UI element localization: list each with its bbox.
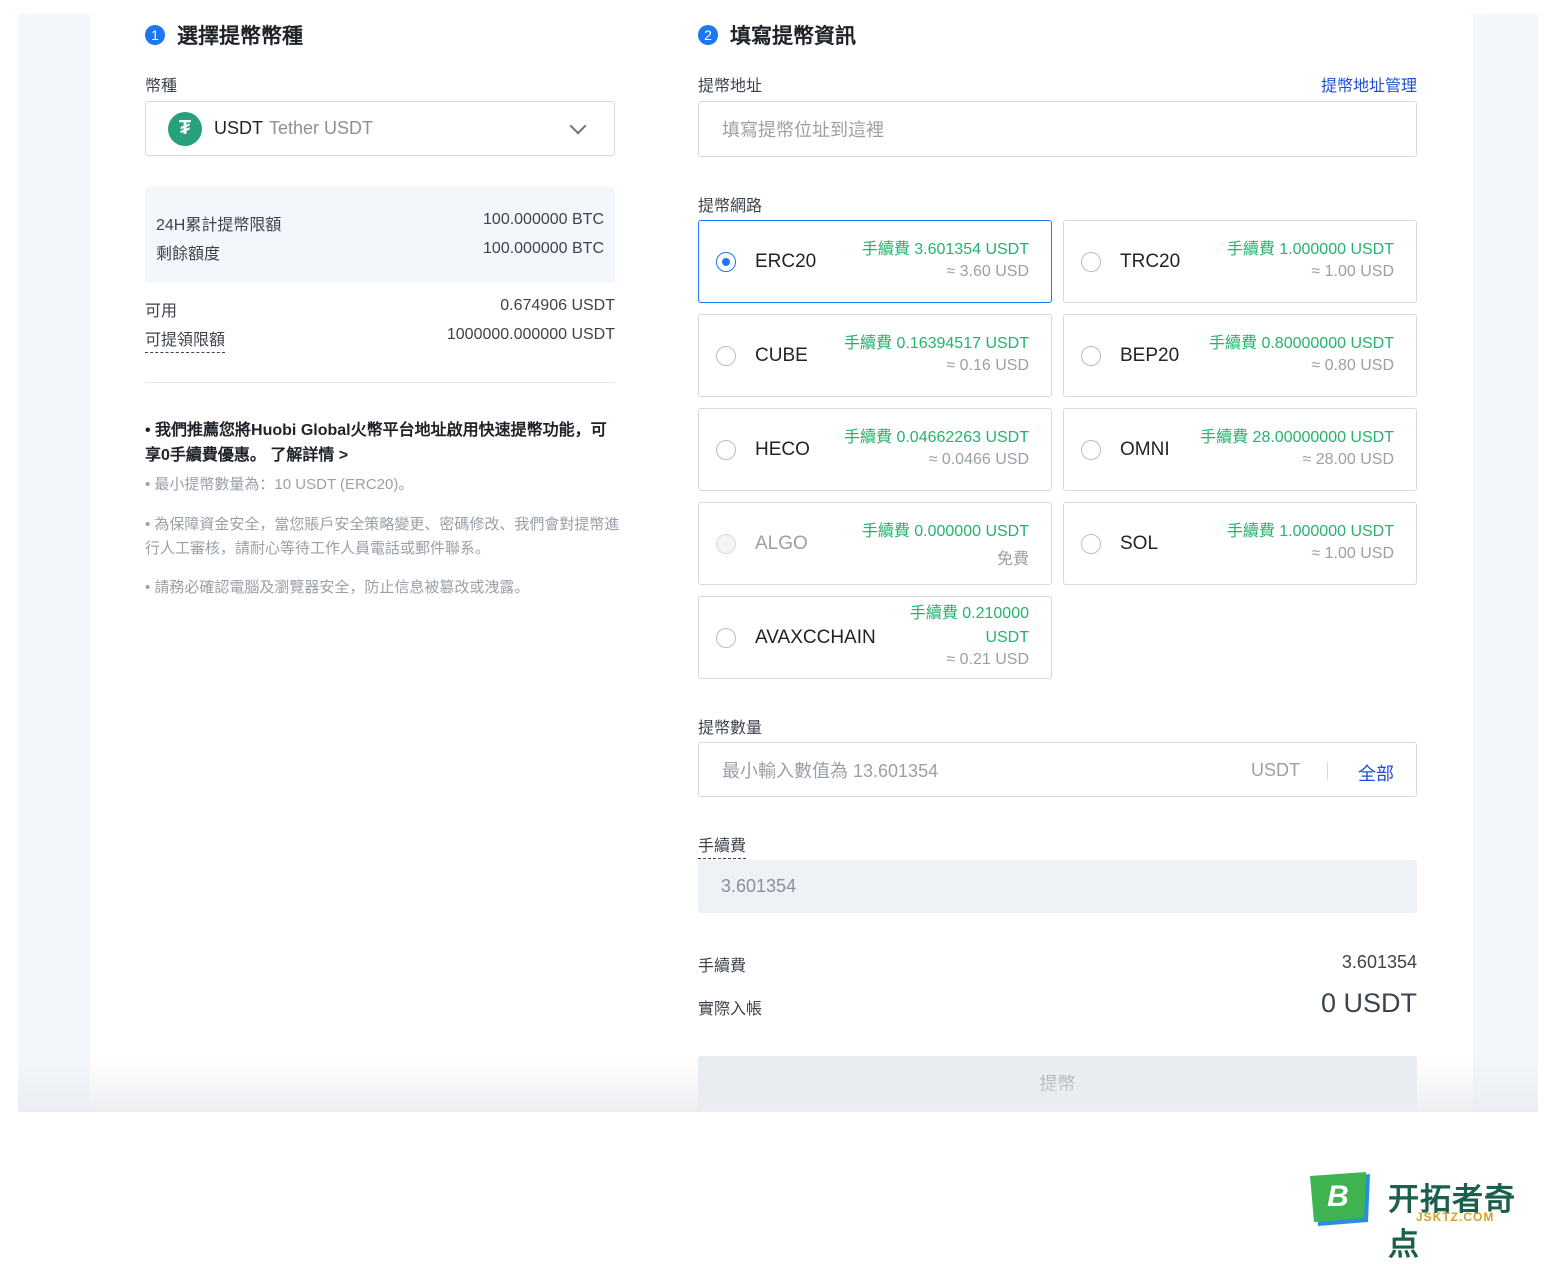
security-note: • 為保障資金安全，當您賬戶安全策略變更、密碼修改、我們會對提幣進行人工審核，請… xyxy=(145,516,620,557)
available-label: 可用 xyxy=(145,303,178,320)
coin-name: Tether USDT xyxy=(269,118,374,138)
amount-separator xyxy=(1327,762,1328,780)
network-option-cube[interactable]: CUBE 手續費 0.16394517 USDT ≈ 0.16 USD xyxy=(698,314,1052,397)
network-fee-usd: ≈ 0.80 USD xyxy=(1311,357,1394,374)
radio[interactable] xyxy=(716,628,736,648)
withdrawable-row: 可提領限額 1000000.000000 USDT xyxy=(145,326,615,353)
remaining-limit-label: 剩餘額度 xyxy=(156,246,221,263)
radio-disabled xyxy=(716,534,736,554)
radio[interactable] xyxy=(1081,440,1101,460)
radio[interactable] xyxy=(1081,534,1101,554)
min-note: • 最小提幣數量為：10 USDT (ERC20)。 xyxy=(145,476,414,493)
promo-note[interactable]: • 我們推薦您將Huobi Global火幣平台地址啟用快速提幣功能，可享0手續… xyxy=(145,418,620,468)
network-label: 提幣網路 xyxy=(698,198,763,215)
coin-select[interactable]: ₮ USDT Tether USDT xyxy=(145,101,615,156)
network-name: TRC20 xyxy=(1120,251,1181,272)
network-fee: 手續費 0.04662263 USDT xyxy=(844,429,1029,446)
network-name: ALGO xyxy=(755,533,808,554)
network-option-sol[interactable]: SOL 手續費 1.000000 USDT ≈ 1.00 USD xyxy=(1063,502,1417,585)
coin-code: USDT xyxy=(214,118,263,138)
network-fee: 手續費 0.16394517 USDT xyxy=(844,335,1029,352)
daily-limit-row: 24H累計提幣限額 100.000000 BTC xyxy=(156,211,604,235)
tether-icon: ₮ xyxy=(168,111,202,146)
network-option-algo: ALGO 手續費 0.000000 USDT 免費 xyxy=(698,502,1052,585)
radio[interactable] xyxy=(716,440,736,460)
network-option-trc20[interactable]: TRC20 手續費 1.000000 USDT ≈ 1.00 USD xyxy=(1063,220,1417,303)
available-value: 0.674906 USDT xyxy=(500,297,615,314)
step1-title: 1 選擇提幣幣種 xyxy=(145,20,303,50)
coin-label: 幣種 xyxy=(145,78,178,95)
network-fee: 手續費 28.00000000 USDT xyxy=(1200,429,1394,446)
radio[interactable] xyxy=(716,346,736,366)
network-fee-line1: 手續費 0.210000 xyxy=(909,605,1029,622)
fee-field-value: 3.601354 xyxy=(721,876,797,896)
network-option-erc20[interactable]: ERC20 手續費 3.601354 USDT ≈ 3.60 USD xyxy=(698,220,1052,303)
network-name: HECO xyxy=(755,439,810,460)
step1-title-text: 選擇提幣幣種 xyxy=(177,25,303,48)
network-fee-line2: USDT xyxy=(985,629,1029,646)
network-name: AVAXCCHAIN xyxy=(755,627,876,648)
network-fee-usd: ≈ 0.16 USD xyxy=(946,357,1029,374)
network-fee: 手續費 0.80000000 USDT xyxy=(1209,335,1394,352)
network-fee-usd: 免費 xyxy=(996,551,1029,568)
radio[interactable] xyxy=(1081,346,1101,366)
chevron-down-icon xyxy=(569,117,587,135)
daily-limit-value: 100.000000 BTC xyxy=(483,211,604,228)
daily-limit-label: 24H累計提幣限額 xyxy=(156,217,282,234)
network-fee: 手續費 1.000000 USDT xyxy=(1226,241,1394,258)
amount-placeholder: 最小輸入數值為 13.601354 xyxy=(722,760,939,781)
watermark-logo-letter: B xyxy=(1327,1180,1349,1213)
network-option-avaxcchain[interactable]: AVAXCCHAIN 手續費 0.210000 USDT ≈ 0.21 USD xyxy=(698,596,1052,679)
radio-selected[interactable] xyxy=(716,252,736,272)
network-name: CUBE xyxy=(755,345,808,366)
network-fee-usd: ≈ 3.60 USD xyxy=(946,263,1029,280)
withdraw-button[interactable]: 提幣 xyxy=(698,1056,1417,1110)
network-name: SOL xyxy=(1120,533,1159,554)
address-manage-link[interactable]: 提幣地址管理 xyxy=(1321,72,1417,96)
amount-unit: USDT xyxy=(1251,760,1300,780)
network-fee-usd: ≈ 0.0466 USD xyxy=(928,451,1029,468)
network-fee-usd: ≈ 0.21 USD xyxy=(946,651,1029,668)
watermark-logo-icon: B xyxy=(1310,1172,1370,1226)
received-label: 實際入帳 xyxy=(698,1001,763,1018)
divider xyxy=(145,382,615,383)
network-option-bep20[interactable]: BEP20 手續費 0.80000000 USDT ≈ 0.80 USD xyxy=(1063,314,1417,397)
watermark-sub: JSKTZ.COM xyxy=(1416,1210,1495,1224)
network-name: BEP20 xyxy=(1120,345,1180,366)
amount-input[interactable]: 最小輸入數值為 13.601354 USDT 全部 xyxy=(698,742,1417,797)
fee-field: 3.601354 xyxy=(698,860,1417,913)
watermark: B 开拓者奇点 JSKTZ.COM xyxy=(1306,1170,1546,1262)
network-fee: 手續費 1.000000 USDT xyxy=(1226,523,1394,540)
device-note: • 請務必確認電腦及瀏覽器安全，防止信息被篡改或洩露。 xyxy=(145,579,530,596)
summary-fee-value: 3.601354 xyxy=(1341,952,1417,972)
network-fee-usd: ≈ 28.00 USD xyxy=(1302,451,1395,468)
radio[interactable] xyxy=(1081,252,1101,272)
remaining-limit-row: 剩餘額度 100.000000 BTC xyxy=(156,240,604,264)
network-fee-usd: ≈ 1.00 USD xyxy=(1311,263,1394,280)
withdrawable-label[interactable]: 可提領限額 xyxy=(145,326,226,353)
network-name: ERC20 xyxy=(755,251,817,272)
summary-fee-label: 手續費 xyxy=(698,958,747,975)
network-name: OMNI xyxy=(1120,439,1170,460)
network-fee: 手續費 3.601354 USDT xyxy=(861,241,1029,258)
withdrawable-value: 1000000.000000 USDT xyxy=(446,326,615,343)
limit-box: 24H累計提幣限額 100.000000 BTC 剩餘額度 100.000000… xyxy=(145,187,615,283)
step2-number: 2 xyxy=(698,25,718,45)
address-placeholder: 填寫提幣位址到這裡 xyxy=(722,120,884,140)
available-row: 可用 0.674906 USDT xyxy=(145,297,615,321)
address-input[interactable]: 填寫提幣位址到這裡 xyxy=(698,101,1417,157)
network-option-heco[interactable]: HECO 手續費 0.04662263 USDT ≈ 0.0466 USD xyxy=(698,408,1052,491)
received-value: 0 USDT xyxy=(1320,988,1417,1018)
address-label: 提幣地址 xyxy=(698,78,763,95)
fee-field-label[interactable]: 手續費 xyxy=(698,832,747,859)
step1-number: 1 xyxy=(145,25,165,45)
network-option-omni[interactable]: OMNI 手續費 28.00000000 USDT ≈ 28.00 USD xyxy=(1063,408,1417,491)
step2-title: 2 填寫提幣資訊 xyxy=(698,20,856,50)
network-fee-usd: ≈ 1.00 USD xyxy=(1311,545,1394,562)
step2-title-text: 填寫提幣資訊 xyxy=(730,25,856,48)
all-button[interactable]: 全部 xyxy=(1358,760,1394,786)
network-fee: 手續費 0.000000 USDT xyxy=(861,523,1029,540)
remaining-limit-value: 100.000000 BTC xyxy=(483,240,604,257)
amount-label: 提幣數量 xyxy=(698,720,763,737)
